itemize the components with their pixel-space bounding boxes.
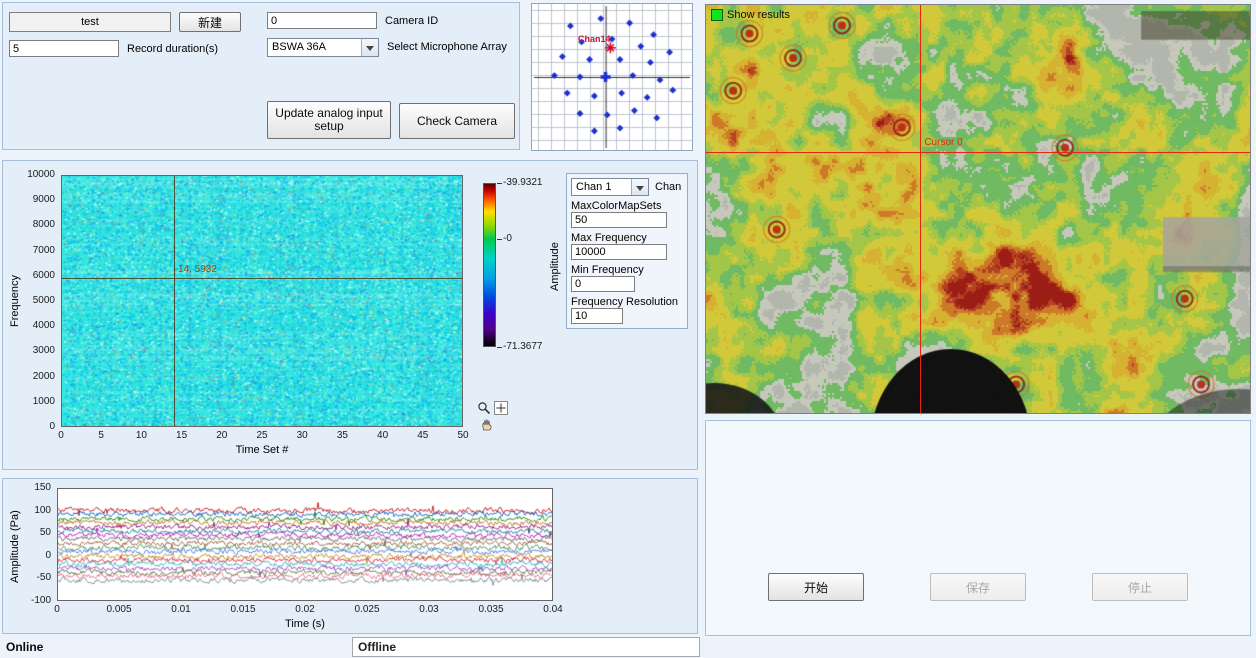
tick-label: 50 [445, 430, 481, 441]
status-offline: Offline [352, 637, 700, 657]
mic-array-label: Select Microphone Array [387, 41, 507, 53]
tick-label: 0 [43, 430, 79, 441]
tick-label: 2000 [11, 371, 55, 382]
frequency-resolution-label: Frequency Resolution [571, 296, 678, 308]
record-duration-label: Record duration(s) [127, 43, 218, 55]
min-frequency-label: Min Frequency [571, 264, 644, 276]
record-duration-input[interactable] [9, 40, 119, 57]
mic-array-dropdown[interactable]: BSWA 36A [267, 38, 379, 57]
tick-label: 150 [11, 482, 51, 493]
camera-id-label: Camera ID [385, 15, 438, 27]
tick-label: 3000 [11, 345, 55, 356]
frequency-resolution-input[interactable] [571, 308, 623, 324]
show-results-label: Show results [727, 9, 790, 21]
tick-label: 0.025 [347, 604, 387, 615]
tick-label: 6000 [11, 270, 55, 281]
tick-label: 25 [244, 430, 280, 441]
action-panel: 开始 保存 停止 [705, 420, 1251, 636]
tick-label: 5000 [11, 295, 55, 306]
status-offline-text: Offline [358, 640, 396, 654]
tick-label: 0.005 [99, 604, 139, 615]
start-button[interactable]: 开始 [768, 573, 864, 601]
acoustic-camera-image[interactable] [706, 5, 1250, 413]
spectrogram-xlabel: Time Set # [61, 444, 463, 456]
cursor-tool-icon[interactable] [494, 401, 508, 415]
new-button[interactable]: 新建 [179, 12, 241, 32]
tick-label: 0.01 [161, 604, 201, 615]
colorbar-tick-label: -71.3677 [503, 341, 542, 352]
tick-label: 4000 [11, 320, 55, 331]
camera-crosshair-vertical[interactable] [920, 5, 921, 413]
tick-label: 30 [284, 430, 320, 441]
camera-cursor-label: Cursor 0 [924, 137, 962, 148]
spectrogram-cursor-label: 14, 5932 [178, 264, 217, 275]
max-colormap-label: MaxColorMapSets [571, 200, 661, 212]
chevron-down-icon[interactable] [361, 39, 378, 56]
tick-label: 50 [11, 527, 51, 538]
show-results-indicator[interactable] [711, 9, 723, 21]
max-frequency-label: Max Frequency [571, 232, 647, 244]
tick-label: 100 [11, 505, 51, 516]
channel-dropdown-label: Chan [655, 181, 681, 193]
tick-label: 0.035 [471, 604, 511, 615]
channel-controls: Chan 1 Chan MaxColorMapSets Max Frequenc… [566, 173, 688, 329]
channel-dropdown[interactable]: Chan 1 [571, 178, 649, 196]
tick-label: 0.03 [409, 604, 449, 615]
tick-label: 8000 [11, 219, 55, 230]
tick-label: 1000 [11, 396, 55, 407]
save-button[interactable]: 保存 [930, 573, 1026, 601]
status-online: Online [6, 640, 43, 654]
pan-tool-icon[interactable] [480, 417, 494, 431]
camera-view-panel: Cursor 0 Show results [705, 4, 1251, 414]
colorbar-tick-label: -39.9321 [503, 177, 542, 188]
camera-crosshair-horizontal[interactable] [706, 152, 1250, 153]
tick-label: 0.015 [223, 604, 263, 615]
waveform-plot[interactable] [57, 488, 553, 601]
test-name-field[interactable]: test [9, 12, 171, 32]
colorbar-tick-label: -0 [503, 233, 512, 244]
tick-label: -50 [11, 572, 51, 583]
config-panel: test 新建 Record duration(s) Camera ID BSW… [2, 2, 520, 150]
tick-label: 35 [324, 430, 360, 441]
tick-label: 0 [11, 550, 51, 561]
tick-label: 10000 [11, 169, 55, 180]
spectrogram-panel: Frequency 14, 5932 Time Set # Amplitude … [2, 160, 698, 470]
colorbar-tick-mark [497, 183, 502, 184]
tick-label: 40 [365, 430, 401, 441]
check-camera-button[interactable]: Check Camera [399, 103, 515, 139]
chevron-down-icon[interactable] [631, 179, 648, 195]
amplitude-colorbar [483, 183, 496, 347]
tick-label: 10 [123, 430, 159, 441]
max-frequency-input[interactable] [571, 244, 667, 260]
tick-label: 15 [164, 430, 200, 441]
spectrogram-plot[interactable]: 14, 5932 [61, 175, 463, 427]
colorbar-label: Amplitude [549, 242, 561, 291]
tick-label: 7000 [11, 245, 55, 256]
tick-label: 0.02 [285, 604, 325, 615]
mic-array-plot[interactable] [532, 4, 692, 150]
waveform-xlabel: Time (s) [57, 618, 553, 630]
tick-label: 5 [83, 430, 119, 441]
tick-label: 0 [37, 604, 77, 615]
waveform-panel: Amplitude (Pa) Time (s) 150100500-50-100… [2, 478, 698, 634]
colorbar-tick-mark [497, 239, 502, 240]
zoom-tool-icon[interactable] [477, 401, 491, 415]
colorbar-tick-mark [497, 347, 502, 348]
tick-label: 45 [405, 430, 441, 441]
tick-label: 20 [204, 430, 240, 441]
stop-button[interactable]: 停止 [1092, 573, 1188, 601]
camera-id-input[interactable] [267, 12, 377, 29]
channel-dropdown-value: Chan 1 [576, 181, 611, 193]
tick-label: 0.04 [533, 604, 573, 615]
max-colormap-input[interactable] [571, 212, 667, 228]
mic-array-plot-panel: Chan14 [531, 3, 693, 151]
mic-array-value: BSWA 36A [272, 41, 326, 53]
spectrogram-cursor-vertical[interactable] [174, 176, 175, 426]
show-results-checkbox[interactable]: Show results [711, 9, 790, 21]
update-analog-input-button[interactable]: Update analog input setup [267, 101, 391, 139]
tick-label: 9000 [11, 194, 55, 205]
spectrogram-cursor-horizontal[interactable] [62, 278, 462, 279]
array-cursor-label: Chan14 [578, 34, 611, 44]
min-frequency-input[interactable] [571, 276, 635, 292]
